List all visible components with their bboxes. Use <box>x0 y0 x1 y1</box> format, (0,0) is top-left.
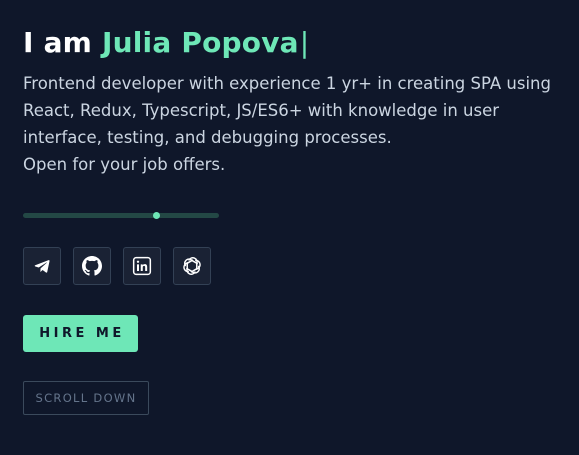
developer-name: Julia Popova <box>101 26 299 59</box>
telegram-link[interactable] <box>23 247 61 285</box>
typing-cursor: | <box>299 26 310 59</box>
slider-knob[interactable] <box>153 212 161 219</box>
linkedin-icon <box>132 256 152 276</box>
github-link[interactable] <box>73 247 111 285</box>
progress-slider[interactable] <box>23 212 219 219</box>
openai-icon <box>183 257 201 275</box>
telegram-icon <box>34 260 50 273</box>
social-links <box>23 247 211 285</box>
linkedin-link[interactable] <box>123 247 161 285</box>
description-line: Open for your job offers. <box>23 155 226 174</box>
openai-link[interactable] <box>173 247 211 285</box>
description-line: Frontend developer with experience 1 yr+… <box>23 74 551 93</box>
hero-section: I am Julia Popova| Frontend developer wi… <box>23 26 563 178</box>
description-line: interface, testing, and debugging proces… <box>23 128 392 147</box>
greeting-text: I am <box>23 26 102 59</box>
page-title: I am Julia Popova| <box>23 26 563 60</box>
hire-me-button[interactable]: HIRE ME <box>23 315 138 352</box>
description-line: React, Redux, Typescript, JS/ES6+ with k… <box>23 101 500 120</box>
intro-description: Frontend developer with experience 1 yr+… <box>23 70 568 178</box>
github-icon <box>82 256 102 276</box>
scroll-down-button[interactable]: SCROLL DOWN <box>23 381 149 415</box>
